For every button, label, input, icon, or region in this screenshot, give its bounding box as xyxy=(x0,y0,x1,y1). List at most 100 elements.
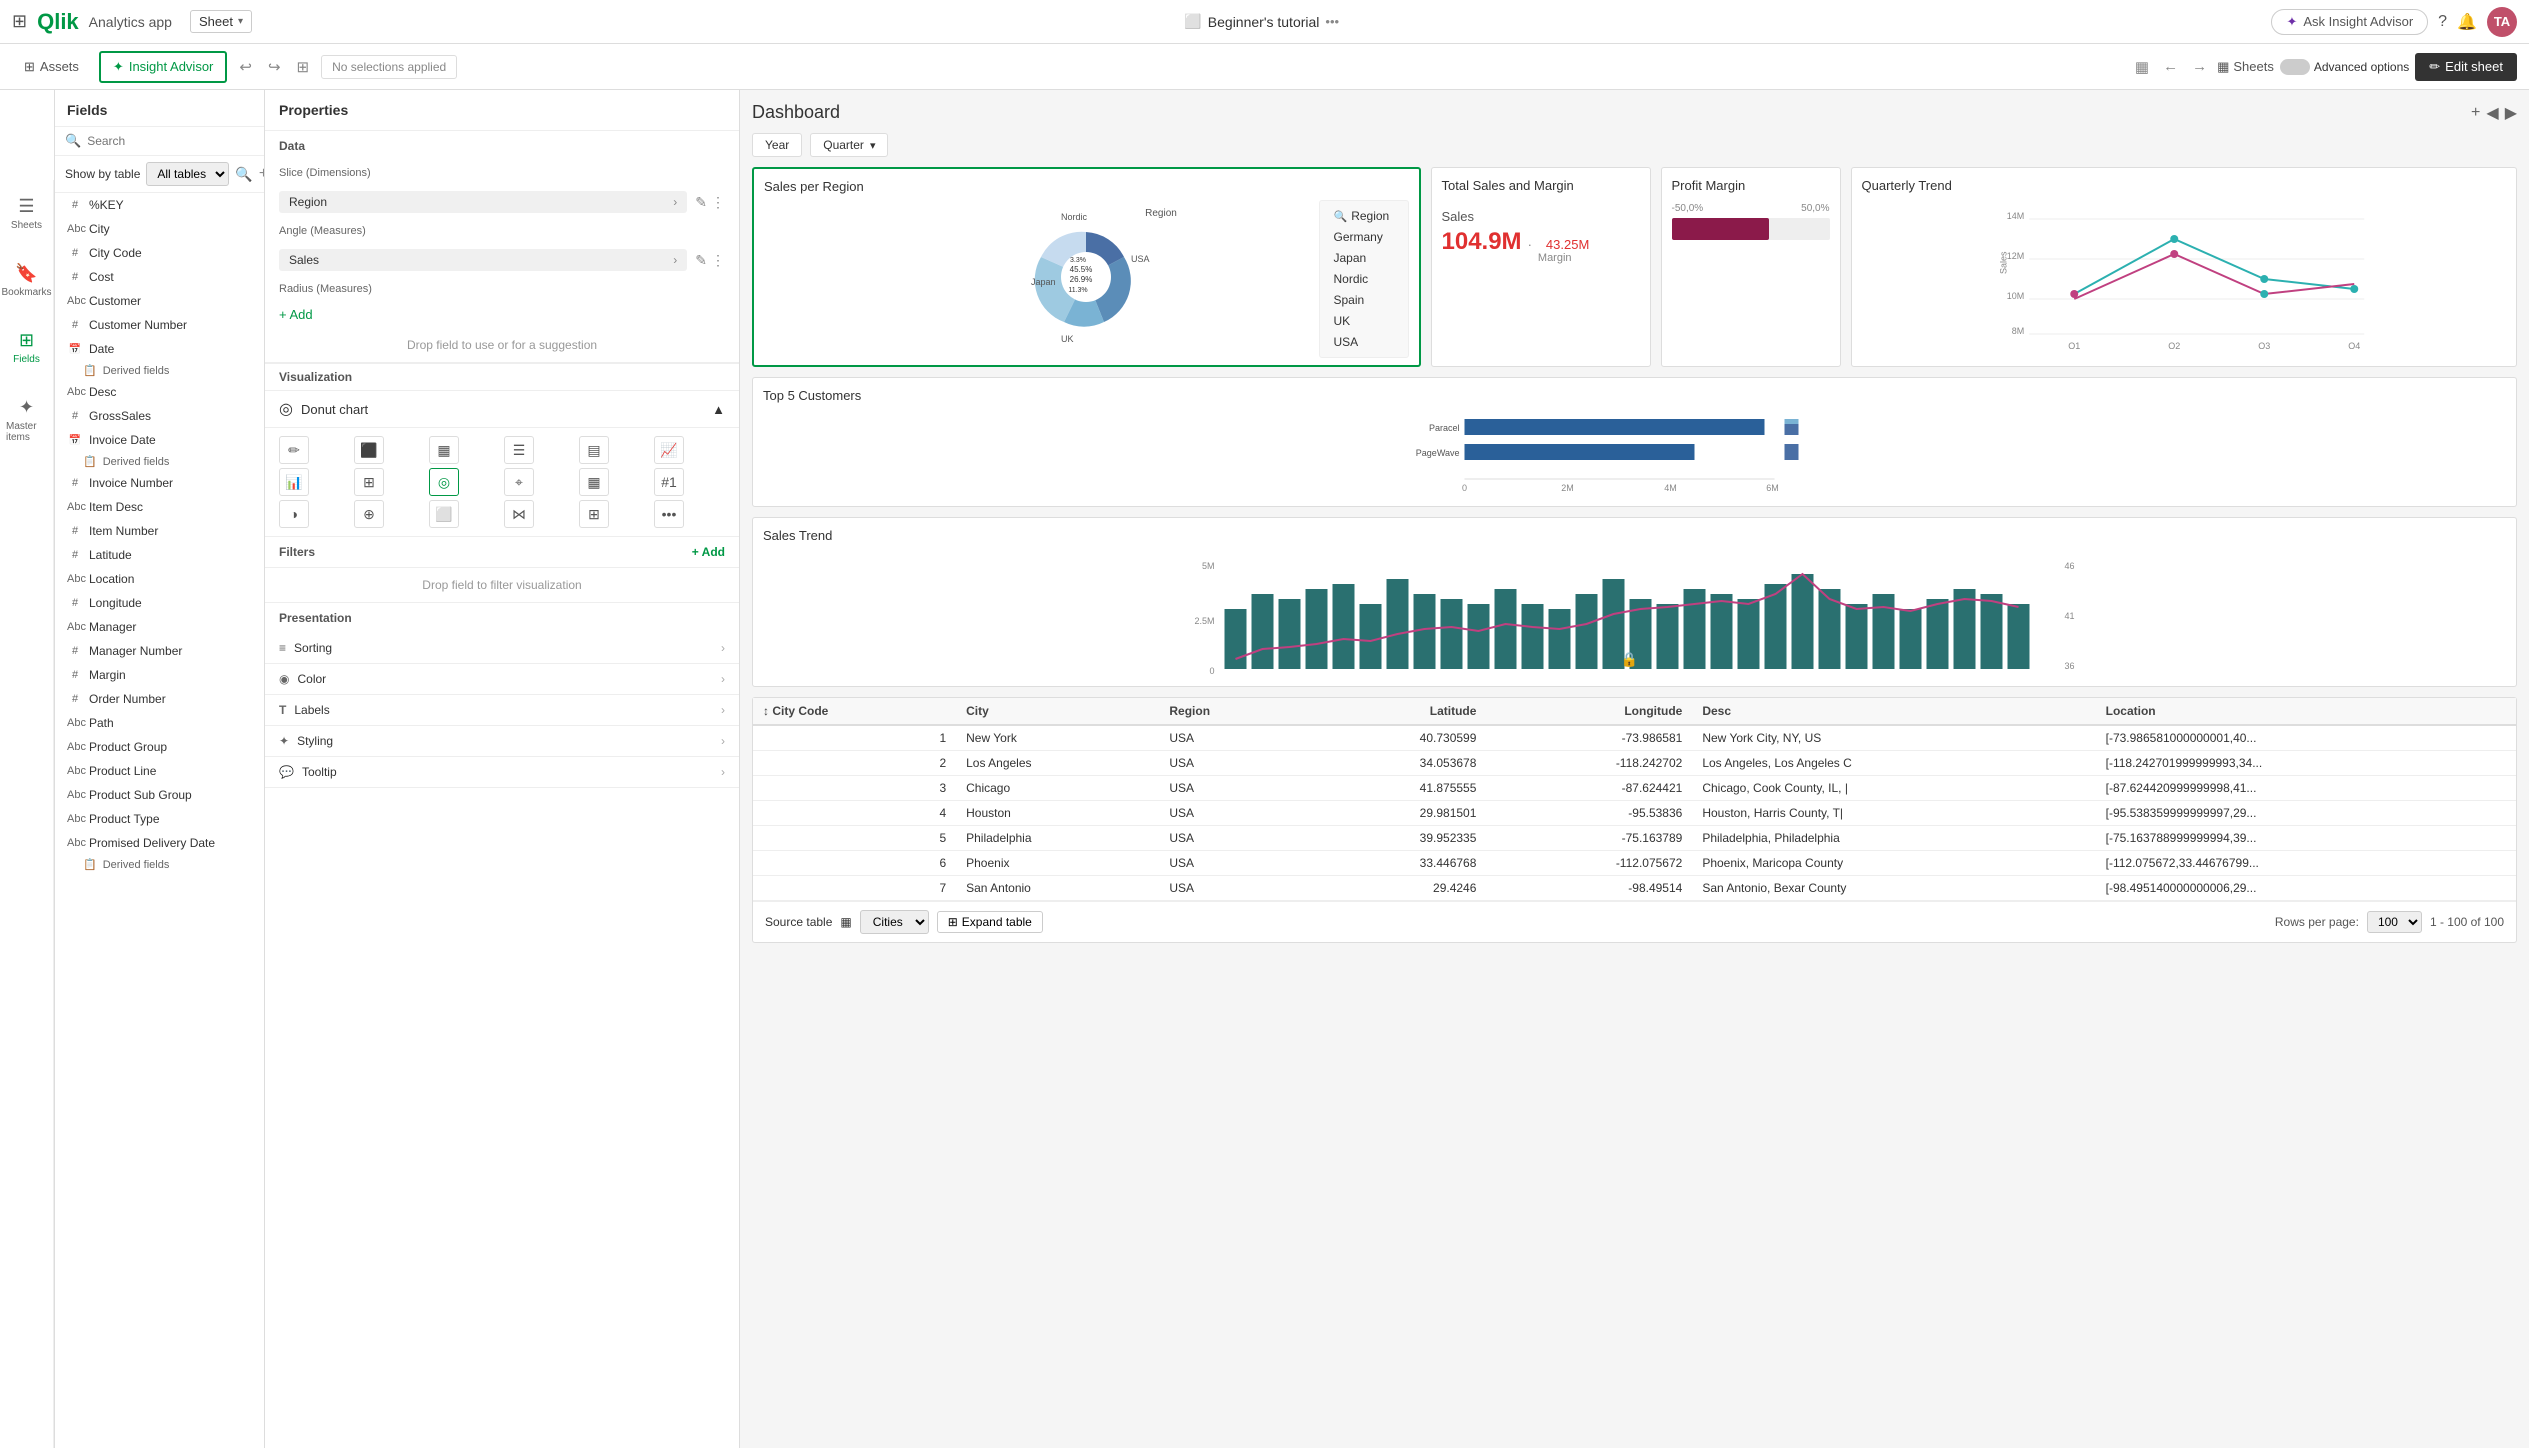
total-sales-card[interactable]: Total Sales and Margin Sales 104.9M · 43… xyxy=(1431,167,1651,367)
table-row[interactable]: 2 Los Angeles USA 34.053678 -118.242702 … xyxy=(753,751,2516,776)
germany-item[interactable]: Germany xyxy=(1330,228,1398,246)
nav-next-btn[interactable]: → xyxy=(2188,54,2211,79)
chart-bar3-icon[interactable]: 📊 xyxy=(279,468,309,496)
sidebar-item-fields[interactable]: ⊞ Fields xyxy=(7,324,46,371)
field-item[interactable]: Abc City xyxy=(55,217,264,241)
field-item[interactable]: Abc Product Group xyxy=(55,735,264,759)
assets-tab[interactable]: ⊞ Assets xyxy=(12,53,91,81)
insight-advisor-tab[interactable]: ✦ Insight Advisor xyxy=(99,51,227,83)
chart-bar2-icon[interactable]: ▦ xyxy=(429,436,459,464)
nav-prev-btn[interactable]: ← xyxy=(2159,54,2182,79)
sales-per-region-card[interactable]: Sales per Region Region xyxy=(752,167,1421,367)
table-row[interactable]: 6 Phoenix USA 33.446768 -112.075672 Phoe… xyxy=(753,851,2516,876)
search-table-icon[interactable]: 🔍 xyxy=(235,166,252,183)
chart-table2-icon[interactable]: ▦ xyxy=(579,468,609,496)
chart-table-icon[interactable]: ⬛ xyxy=(354,436,384,464)
field-item[interactable]: # Customer Number xyxy=(55,313,264,337)
table-row[interactable]: 1 New York USA 40.730599 -73.986581 New … xyxy=(753,725,2516,751)
col-location[interactable]: Location xyxy=(2096,698,2516,725)
col-longitude[interactable]: Longitude xyxy=(1486,698,1692,725)
edit-prop-icon[interactable]: ✎ xyxy=(695,194,707,211)
grid-layout-btn[interactable]: ▦ xyxy=(2131,54,2153,80)
sidebar-item-sheets[interactable]: ☰ Sheets xyxy=(5,190,48,237)
table-row[interactable]: 4 Houston USA 29.981501 -95.53836 Housto… xyxy=(753,801,2516,826)
field-item[interactable]: Abc Item Desc xyxy=(55,495,264,519)
field-item[interactable]: # Latitude xyxy=(55,543,264,567)
grid-btn[interactable]: ⊞ xyxy=(293,54,314,80)
ask-advisor-btn[interactable]: ✦ Ask Insight Advisor xyxy=(2271,9,2428,35)
field-item[interactable]: Abc Product Type xyxy=(55,807,264,831)
col-citycode[interactable]: ↕ City Code xyxy=(753,698,956,725)
field-item[interactable]: # %KEY xyxy=(55,193,264,217)
more-prop-icon2[interactable]: ⋮ xyxy=(711,252,725,269)
tooltip-row[interactable]: 💬 Tooltip › xyxy=(265,757,739,788)
field-item[interactable]: Abc Location xyxy=(55,567,264,591)
add-filter-btn[interactable]: + Add xyxy=(692,545,725,559)
table-row[interactable]: 3 Chicago USA 41.875555 -87.624421 Chica… xyxy=(753,776,2516,801)
col-city[interactable]: City xyxy=(956,698,1159,725)
field-item[interactable]: # GrossSales xyxy=(55,404,264,428)
edit-sheet-btn[interactable]: ✏ Edit sheet xyxy=(2415,53,2517,81)
spain-item[interactable]: Spain xyxy=(1330,291,1398,309)
field-item[interactable]: # Order Number xyxy=(55,687,264,711)
japan-item[interactable]: Japan xyxy=(1330,249,1398,267)
table-select[interactable]: All tables xyxy=(146,162,229,186)
field-item[interactable]: 📅 Invoice Date xyxy=(55,428,264,452)
table-row[interactable]: 5 Philadelphia USA 39.952335 -75.163789 … xyxy=(753,826,2516,851)
field-item[interactable]: Abc Path xyxy=(55,711,264,735)
avatar[interactable]: TA xyxy=(2487,7,2517,37)
chart-bullet-icon[interactable]: ☰ xyxy=(504,436,534,464)
year-filter-pill[interactable]: Year xyxy=(752,133,802,157)
sheet-selector[interactable]: Sheet ▾ xyxy=(190,10,252,33)
sales-tag[interactable]: Sales › xyxy=(279,249,687,271)
more-prop-icon[interactable]: ⋮ xyxy=(711,194,725,211)
chart-more-icon[interactable]: ••• xyxy=(654,500,684,528)
chart-donut-icon[interactable]: ◎ xyxy=(429,468,459,496)
collapse-viz-icon[interactable]: ▲ xyxy=(712,402,725,417)
field-item[interactable]: # City Code xyxy=(55,241,264,265)
region-filter-item[interactable]: 🔍 Region xyxy=(1330,207,1398,225)
col-desc[interactable]: Desc xyxy=(1692,698,2095,725)
undo-btn[interactable]: ↩ xyxy=(235,54,256,80)
chart-pivot-icon[interactable]: ⊞ xyxy=(579,500,609,528)
notification-btn[interactable]: 🔔 xyxy=(2457,12,2477,32)
field-item[interactable]: Abc Promised Delivery Date xyxy=(55,831,264,855)
chart-box-icon[interactable]: ⬜ xyxy=(429,500,459,528)
field-item[interactable]: Abc Desc xyxy=(55,380,264,404)
field-item[interactable]: # Manager Number xyxy=(55,639,264,663)
quarterly-trend-card[interactable]: Quarterly Trend 14M 12M 10M 8M Sales xyxy=(1851,167,2518,367)
col-latitude[interactable]: Latitude xyxy=(1304,698,1487,725)
advanced-options-toggle[interactable]: Advanced options xyxy=(2280,59,2409,75)
table-row[interactable]: 7 San Antonio USA 29.4246 -98.49514 San … xyxy=(753,876,2516,901)
add-field-btn[interactable]: + xyxy=(259,165,264,183)
labels-row[interactable]: T Labels › xyxy=(265,695,739,726)
derived-item[interactable]: 📋 Derived fields xyxy=(55,855,264,874)
sidebar-item-master[interactable]: ✦ Master items xyxy=(0,391,53,449)
chart-funnel-icon[interactable]: ⌖ xyxy=(504,468,534,496)
quarter-filter-pill[interactable]: Quarter ▾ xyxy=(810,133,888,157)
sidebar-item-bookmarks[interactable]: 🔖 Bookmarks xyxy=(0,257,58,304)
nordic-item[interactable]: Nordic xyxy=(1330,270,1398,288)
edit-prop-icon2[interactable]: ✎ xyxy=(695,252,707,269)
field-item[interactable]: # Longitude xyxy=(55,591,264,615)
search-input[interactable] xyxy=(87,134,254,148)
derived-item[interactable]: 📋 Derived fields xyxy=(55,452,264,471)
field-item[interactable]: 📅 Date xyxy=(55,337,264,361)
chart-network-icon[interactable]: ⋈ xyxy=(504,500,534,528)
redo-btn[interactable]: ↪ xyxy=(264,54,285,80)
rows-per-page-select[interactable]: 100 xyxy=(2367,911,2422,933)
color-row[interactable]: ◉ Color › xyxy=(265,664,739,695)
field-item[interactable]: Abc Product Line xyxy=(55,759,264,783)
chart-map-icon[interactable]: ⊕ xyxy=(354,500,384,528)
nav-grid-icon[interactable]: ⊞ xyxy=(12,11,27,32)
nav-right-btn[interactable]: ▶ xyxy=(2505,103,2517,123)
field-item[interactable]: Abc Product Sub Group xyxy=(55,783,264,807)
chart-area-icon[interactable]: ▤ xyxy=(579,436,609,464)
more-icon[interactable]: ••• xyxy=(1325,14,1339,29)
uk-item[interactable]: UK xyxy=(1330,312,1398,330)
nav-left-btn[interactable]: ◀ xyxy=(2486,103,2498,123)
field-item[interactable]: Abc Customer xyxy=(55,289,264,313)
field-item[interactable]: # Cost xyxy=(55,265,264,289)
add-chart-btn[interactable]: + xyxy=(2471,103,2480,123)
sales-trend-card[interactable]: Sales Trend 5M 2.5M 0 46 41 36 xyxy=(752,517,2517,687)
